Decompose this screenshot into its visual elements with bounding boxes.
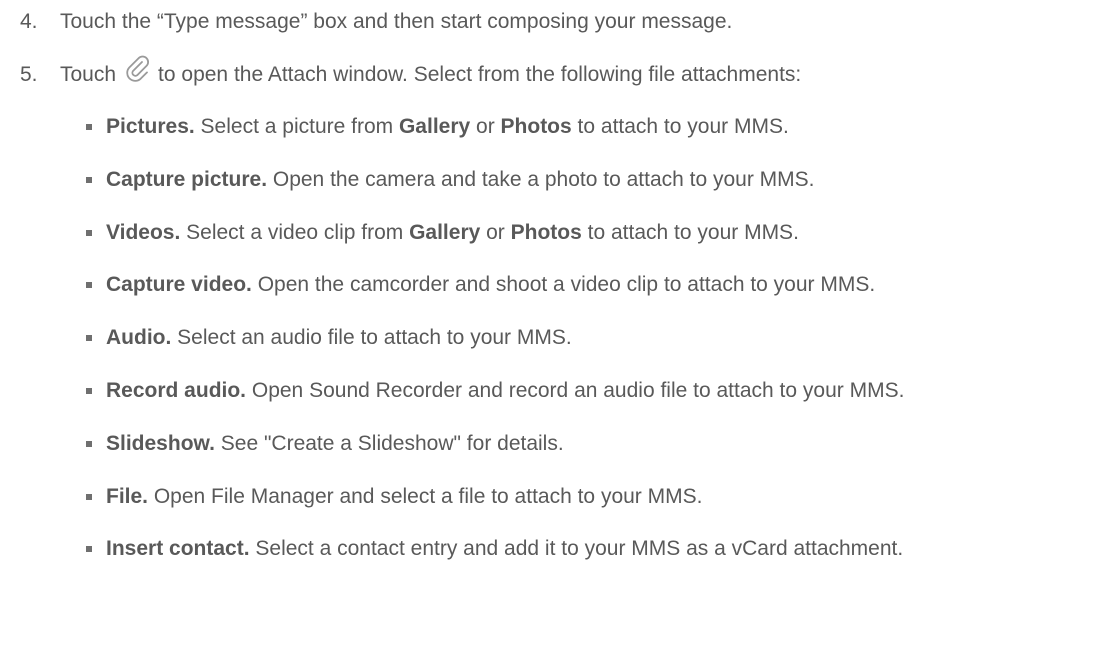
attachment-option-term: Pictures. <box>106 115 195 138</box>
attachment-option-text: Capture video. Open the camcorder and sh… <box>106 270 875 300</box>
attachment-option-text: Insert contact. Select a contact entry a… <box>106 534 903 564</box>
attachment-option-item: Audio. Select an audio file to attach to… <box>0 323 1120 376</box>
step-number: 4. <box>20 10 38 33</box>
attachment-option-text: Record audio. Open Sound Recorder and re… <box>106 376 904 406</box>
attachment-option-term: File. <box>106 484 149 508</box>
attachment-option-term: Capture picture. <box>106 167 268 191</box>
attachment-option-term: Insert contact. <box>106 537 250 561</box>
square-bullet-icon <box>86 387 92 394</box>
square-bullet-icon <box>86 493 92 500</box>
description-text: Select an audio file to attach to your M… <box>171 326 572 350</box>
step-text-after-icon: to open the Attach window. Select from t… <box>158 63 802 86</box>
square-bullet-icon <box>86 335 92 342</box>
description-text: or <box>480 220 511 244</box>
step-text: Touch the “Type message” box and then st… <box>60 10 733 33</box>
attachment-option-text: Slideshow. See "Create a Slideshow" for … <box>106 429 564 459</box>
square-bullet-icon <box>86 124 92 130</box>
attachment-option-term: Audio. <box>106 326 172 350</box>
attachment-option-item: File. Open File Manager and select a fil… <box>0 482 1120 535</box>
attachment-option-text: Videos. Select a video clip from Gallery… <box>106 218 799 248</box>
description-text: Open File Manager and select a file to a… <box>148 484 703 508</box>
attachment-list: Pictures. Select a picture from Gallery … <box>0 112 1120 587</box>
step-text: Touch to open the Attach window. Select f… <box>60 55 802 90</box>
description-text: to attach to your MMS. <box>571 115 789 138</box>
attachment-option-item: Videos. Select a video clip from Gallery… <box>0 218 1120 271</box>
description-text: to attach to your MMS. <box>581 220 799 244</box>
paperclip-icon <box>122 52 152 82</box>
attachment-option-term: Videos. <box>106 220 181 244</box>
square-bullet-icon <box>86 282 92 289</box>
attachment-option-term: Record audio. <box>106 378 247 402</box>
description-text: See "Create a Slideshow" for details. <box>214 431 564 455</box>
step-number: 5. <box>20 63 38 86</box>
bold-app-name: Gallery <box>398 115 471 138</box>
description-text: or <box>470 115 501 138</box>
attachment-option-item: Insert contact. Select a contact entry a… <box>0 534 1120 587</box>
step-text-before-icon: Touch <box>60 63 117 86</box>
attachment-option-text: Audio. Select an audio file to attach to… <box>106 323 572 353</box>
bold-app-name: Photos <box>510 220 582 244</box>
attachment-option-item: Capture picture. Open the camera and tak… <box>0 165 1120 218</box>
description-text: Open the camera and take a photo to atta… <box>267 167 815 191</box>
attachment-option-item: Capture video. Open the camcorder and sh… <box>0 270 1120 323</box>
square-bullet-icon <box>86 440 92 447</box>
attachment-option-term: Capture video. <box>106 273 252 297</box>
square-bullet-icon <box>86 176 92 183</box>
attachment-option-term: Slideshow. <box>106 431 215 455</box>
bold-app-name: Gallery <box>409 220 481 244</box>
bold-app-name: Photos <box>500 115 572 138</box>
attachment-option-text: File. Open File Manager and select a fil… <box>106 482 702 512</box>
attachment-option-item: Record audio. Open Sound Recorder and re… <box>0 376 1120 429</box>
description-text: Open the camcorder and shoot a video cli… <box>251 273 876 297</box>
description-text: Open Sound Recorder and record an audio … <box>246 378 905 402</box>
description-text: Select a contact entry and add it to you… <box>249 537 904 561</box>
attachment-option-item: Pictures. Select a picture from Gallery … <box>0 112 1120 165</box>
attachment-option-item: Slideshow. See "Create a Slideshow" for … <box>0 429 1120 482</box>
attachment-option-text: Capture picture. Open the camera and tak… <box>106 165 815 195</box>
description-text: Select a picture from <box>194 115 399 138</box>
description-text: Select a video clip from <box>180 220 410 244</box>
square-bullet-icon <box>86 229 92 236</box>
attachment-option-text: Pictures. Select a picture from Gallery … <box>106 112 789 142</box>
square-bullet-icon <box>86 546 92 553</box>
